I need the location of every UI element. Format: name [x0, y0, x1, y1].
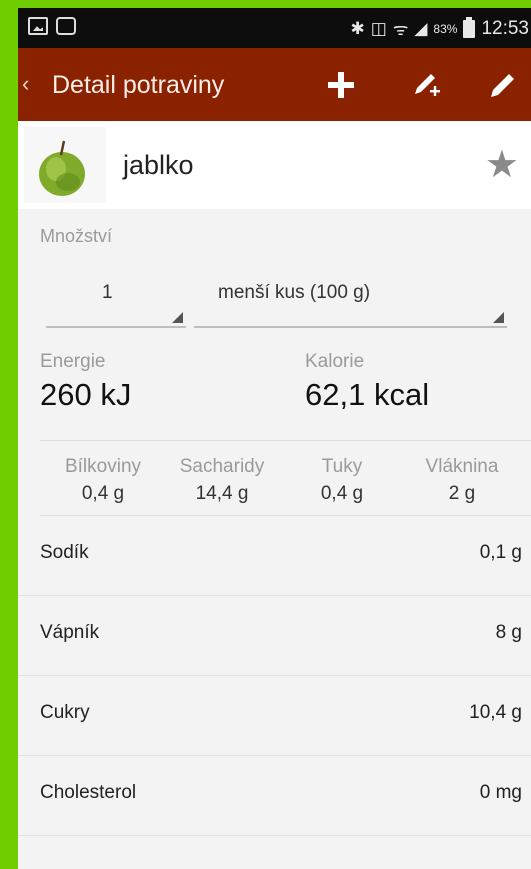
- macro-label: Sacharidy: [179, 456, 265, 477]
- page-title[interactable]: Detail potraviny: [52, 70, 224, 100]
- edit-button[interactable]: [480, 62, 526, 108]
- clock: 12:53: [481, 17, 529, 39]
- status-bar: ✱ ◫ ᯤ ◢ 83% 12:53: [18, 8, 531, 48]
- phone-screen: ✱ ◫ ᯤ ◢ 83% 12:53 ‹ Detail potraviny jab…: [18, 8, 531, 869]
- detail-value: 8 g: [495, 622, 522, 643]
- macro-fiber: Vláknina 2 g: [410, 454, 514, 508]
- quantity-unit-spinner[interactable]: menší kus (100 g): [194, 266, 507, 328]
- food-header: jablko ★: [18, 121, 531, 209]
- pencil-icon: [491, 74, 514, 97]
- detail-row-cholesterol: Cholesterol 0 mg: [18, 756, 531, 836]
- battery-icon: [463, 16, 476, 38]
- macro-carbs: Sacharidy 14,4 g: [166, 454, 278, 508]
- chevron-left-icon[interactable]: ‹: [22, 72, 29, 96]
- signal-icon: ◢: [414, 18, 428, 38]
- wifi-icon: ᯤ: [392, 20, 409, 39]
- detail-value: 0,1 g: [479, 542, 522, 563]
- energy-label: Energie: [40, 351, 106, 372]
- quantity-unit-value: menší kus (100 g): [218, 282, 371, 303]
- detail-value: 10,4 g: [469, 702, 522, 723]
- detail-row-calcium: Vápník 8 g: [18, 596, 531, 676]
- quantity-label: Množství: [40, 226, 113, 246]
- macro-label: Tuky: [321, 456, 363, 477]
- macro-label: Vláknina: [425, 456, 499, 477]
- apple-image: [24, 127, 106, 203]
- store-notification-icon: [56, 17, 76, 35]
- row-divider: [18, 835, 531, 836]
- nfc-icon: ◫: [370, 18, 387, 38]
- divider: [40, 440, 531, 441]
- energy-value: 260 kJ: [40, 377, 132, 412]
- action-bar: ‹ Detail potraviny: [18, 48, 531, 121]
- food-name: jablko: [123, 150, 194, 180]
- macro-protein: Bílkoviny 0,4 g: [48, 454, 158, 508]
- quantity-amount-spinner[interactable]: 1: [46, 266, 186, 328]
- battery-percent: 83%: [433, 21, 458, 36]
- calories-label: Kalorie: [305, 351, 365, 372]
- pencil-plus-icon: [415, 74, 440, 96]
- dropdown-corner-icon: [493, 312, 504, 323]
- gallery-notification-icon: [28, 17, 48, 35]
- macro-value: 2 g: [448, 483, 476, 504]
- macro-value: 0,4 g: [81, 483, 125, 504]
- macro-value: 0,4 g: [320, 483, 364, 504]
- quantity-amount-value: 1: [102, 282, 113, 303]
- detail-name: Vápník: [40, 622, 100, 643]
- add-button[interactable]: [318, 62, 364, 108]
- dropdown-corner-icon: [172, 312, 183, 323]
- star-icon[interactable]: ★: [485, 145, 519, 185]
- detail-name: Sodík: [40, 542, 89, 563]
- macro-label: Bílkoviny: [64, 456, 142, 477]
- detail-row-sodium: Sodík 0,1 g: [18, 516, 531, 596]
- bluetooth-icon: ✱: [350, 18, 365, 38]
- detail-name: Cukry: [40, 702, 90, 723]
- detail-name: Cholesterol: [40, 782, 137, 803]
- detail-value: 0 mg: [479, 782, 522, 803]
- macro-value: 14,4 g: [195, 483, 249, 504]
- calories-value: 62,1 kcal: [305, 377, 430, 412]
- detail-row-sugars: Cukry 10,4 g: [18, 676, 531, 756]
- edit-add-button[interactable]: [403, 62, 449, 108]
- macro-fat: Tuky 0,4 g: [290, 454, 394, 508]
- plus-icon: [328, 72, 354, 98]
